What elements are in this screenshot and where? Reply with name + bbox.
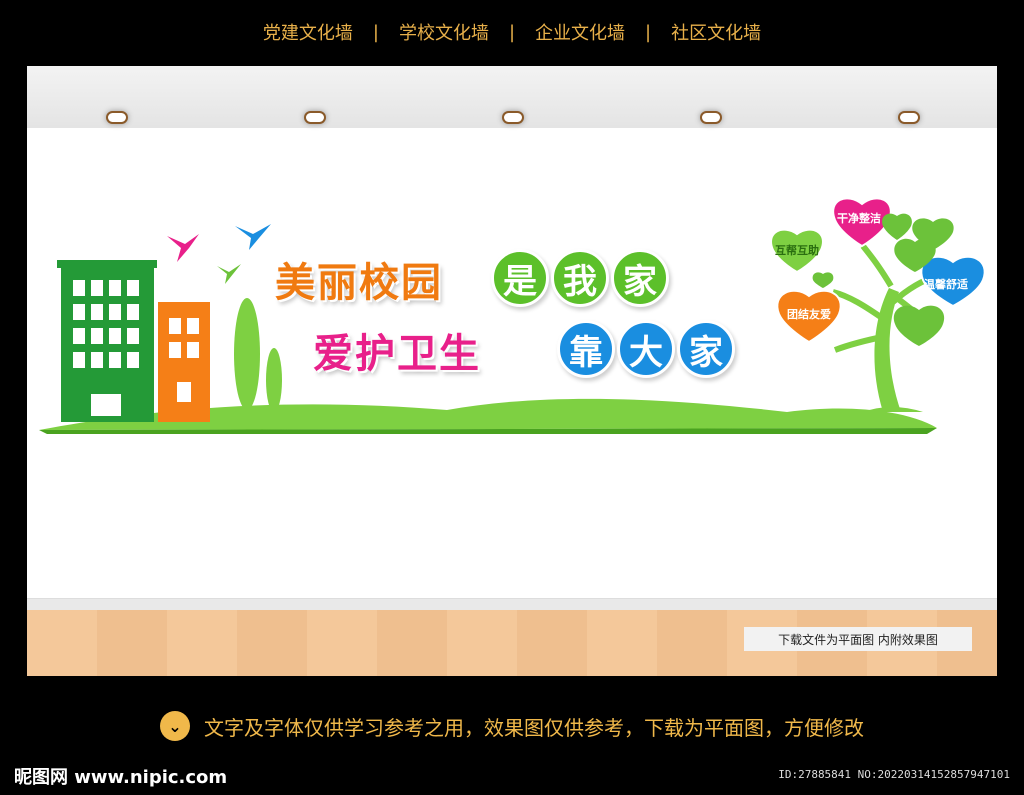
- slogan-circle-char: 是: [491, 249, 549, 307]
- bird-icon: [235, 224, 271, 250]
- heart-label: 温馨舒适: [924, 278, 968, 291]
- heart-icon: [882, 213, 912, 240]
- slogan-circle-char: 靠: [557, 320, 615, 378]
- download-note: 下载文件为平面图 内附效果图: [744, 627, 972, 651]
- image-id-text: ID:27885841 NO:20220314152857947101: [778, 768, 1010, 781]
- slogan-circle-char: 家: [611, 249, 669, 307]
- site-logo[interactable]: 昵图网 www.nipic.com: [14, 763, 227, 789]
- wall-artwork: [39, 197, 986, 434]
- tree-icon: [234, 298, 260, 410]
- nav-item-party[interactable]: 党建文化墙: [243, 19, 373, 45]
- heart-label: 互帮互助: [775, 244, 819, 257]
- slogan-line1: 美丽校园: [275, 260, 443, 306]
- slogan-circle-char: 大: [617, 320, 675, 378]
- heart-label: 团结友爱: [787, 308, 831, 321]
- chevron-down-icon: ⌄: [160, 711, 190, 741]
- bird-icon: [217, 264, 241, 284]
- big-tree-icon: [874, 288, 901, 412]
- nav-item-enterprise[interactable]: 企业文化墙: [515, 19, 645, 45]
- bottom-notice-text: 文字及字体仅供学习参考之用，效果图仅供参考，下载为平面图，方便修改: [204, 715, 864, 740]
- bottom-notice: ⌄ 文字及字体仅供学习参考之用，效果图仅供参考，下载为平面图，方便修改: [0, 700, 1024, 752]
- slogan-line2: 爱护卫生: [313, 331, 481, 377]
- heart-label: 干净整洁: [837, 212, 881, 225]
- wall-mockup: 美丽校园 是 我 家 爱护卫生 靠 大 家 干净整洁 互帮互助 温馨舒适 团结友…: [27, 66, 997, 676]
- orange-building-icon: [158, 302, 210, 422]
- nav-item-community[interactable]: 社区文化墙: [651, 19, 781, 45]
- slogan-circle-char: 家: [677, 320, 735, 378]
- tree-icon: [266, 348, 282, 412]
- top-nav: 党建文化墙 | 学校文化墙 | 企业文化墙 | 社区文化墙: [0, 0, 1024, 64]
- bird-icon: [167, 234, 199, 262]
- nav-item-school[interactable]: 学校文化墙: [379, 19, 509, 45]
- heart-icon: [893, 305, 945, 346]
- heart-icon: [812, 272, 834, 288]
- slogan-circle-char: 我: [551, 249, 609, 307]
